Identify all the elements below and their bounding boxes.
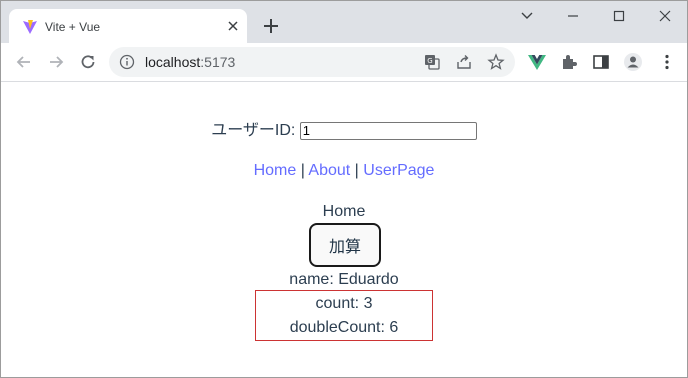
minimize-icon[interactable] <box>561 6 585 26</box>
vue-devtools-icon[interactable] <box>527 52 547 72</box>
vite-favicon-icon <box>23 20 37 34</box>
add-button[interactable]: 加算 <box>309 223 381 267</box>
url-port: :5173 <box>200 54 236 70</box>
tab-strip: Vite + Vue <box>1 1 687 43</box>
forward-arrow-icon[interactable] <box>46 52 66 72</box>
name-text: name: Eduardo <box>289 271 399 288</box>
close-window-icon[interactable] <box>653 6 677 26</box>
browser-window: Vite + Vue localhost:5173 G ユーザーID: 1 Ho… <box>0 0 688 378</box>
tab-vite-vue[interactable]: Vite + Vue <box>9 9 247 43</box>
close-tab-icon[interactable] <box>225 18 241 34</box>
extensions-puzzle-icon[interactable] <box>559 52 579 72</box>
router-nav: Home | About | UserPage <box>1 161 687 181</box>
site-info-icon[interactable] <box>119 54 135 70</box>
user-id-input[interactable] <box>299 121 477 140</box>
share-icon[interactable] <box>455 53 473 71</box>
count-text: count: 3 <box>315 295 373 312</box>
url-host: localhost <box>145 54 201 70</box>
bookmark-star-icon[interactable] <box>487 53 505 71</box>
counter-box: count: 3 doubleCount: 6 <box>255 290 433 341</box>
svg-text:G: G <box>427 57 432 65</box>
tab-search-chevron-icon[interactable] <box>515 6 539 26</box>
double-count-text: doubleCount: 6 <box>289 319 399 336</box>
nav-link-about[interactable]: About <box>308 162 350 179</box>
user-id-row: ユーザーID: <box>1 121 687 141</box>
page-content: ユーザーID: Home | About | UserPage Home 加算 … <box>1 82 687 377</box>
url-text[interactable]: localhost:5173 <box>145 54 235 70</box>
view-title: Home <box>322 203 366 220</box>
nav-link-home[interactable]: Home <box>254 162 297 179</box>
browser-toolbar: localhost:5173 G <box>1 43 687 82</box>
user-id-label: ユーザーID: <box>211 122 296 139</box>
reload-icon[interactable] <box>78 52 98 72</box>
translate-icon[interactable]: G <box>423 53 441 71</box>
tab-title: Vite + Vue <box>45 20 101 34</box>
new-tab-plus-icon[interactable] <box>261 16 281 36</box>
nav-separator: | <box>350 162 364 179</box>
address-bar[interactable]: localhost:5173 G <box>109 47 515 77</box>
maximize-icon[interactable] <box>607 6 631 26</box>
side-panel-icon[interactable] <box>591 52 611 72</box>
back-arrow-icon[interactable] <box>14 52 34 72</box>
kebab-menu-icon[interactable] <box>657 52 677 72</box>
nav-separator: | <box>296 162 309 179</box>
nav-link-userpage[interactable]: UserPage <box>363 162 434 179</box>
profile-avatar-icon[interactable] <box>623 52 643 72</box>
